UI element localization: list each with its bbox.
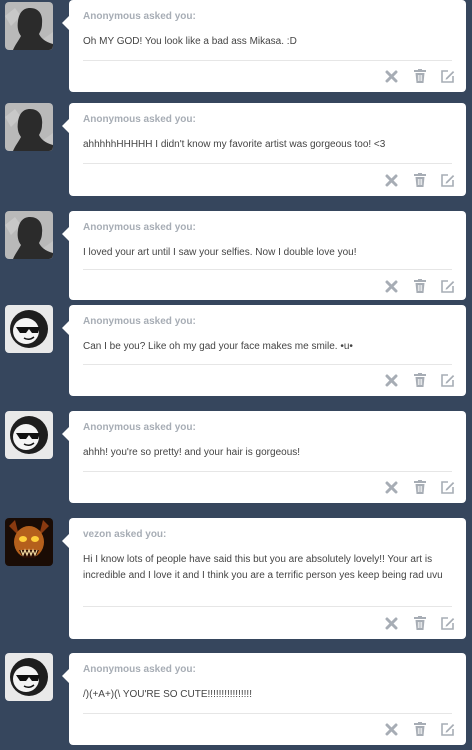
avatar[interactable] xyxy=(5,411,53,459)
card-notch xyxy=(62,227,69,241)
edit-icon[interactable] xyxy=(439,615,456,632)
question-text: Hi I know lots of people have said this … xyxy=(83,554,443,581)
question-text: ahhhhhHHHHH I didn't know my favorite ar… xyxy=(83,139,386,150)
asker-label: Anonymous asked you: xyxy=(83,11,196,22)
ask-card: Anonymous asked you: I loved your art un… xyxy=(62,211,466,300)
ask-card: Anonymous asked you: Oh MY GOD! You look… xyxy=(62,0,466,92)
ask-actions xyxy=(383,614,456,632)
trash-icon[interactable] xyxy=(411,615,428,632)
question-text: /)(+A+)(\ YOU'RE SO CUTE!!!!!!!!!!!!!!!! xyxy=(83,689,252,700)
ask-card: Anonymous asked you: /)(+A+)(\ YOU'RE SO… xyxy=(62,653,466,745)
edit-icon[interactable] xyxy=(439,479,456,496)
question-text: ahhh! you're so pretty! and your hair is… xyxy=(83,447,301,458)
delete-x-icon[interactable] xyxy=(383,721,400,738)
avatar[interactable] xyxy=(5,2,53,50)
ask-actions xyxy=(383,277,456,295)
delete-x-icon[interactable] xyxy=(383,615,400,632)
avatar[interactable] xyxy=(5,305,53,353)
card-notch xyxy=(62,534,69,548)
asker-label: Anonymous asked you: xyxy=(83,222,196,233)
asker-label: vezon asked you: xyxy=(83,529,167,540)
divider xyxy=(83,471,452,472)
card-notch xyxy=(62,669,69,683)
avatar[interactable] xyxy=(5,211,53,259)
divider xyxy=(83,60,452,61)
trash-icon[interactable] xyxy=(411,479,428,496)
card-notch xyxy=(62,427,69,441)
delete-x-icon[interactable] xyxy=(383,68,400,85)
ask-card: Anonymous asked you: Can I be you? Like … xyxy=(62,305,466,396)
ask-actions xyxy=(383,371,456,389)
question-text: Can I be you? Like oh my gad your face m… xyxy=(83,341,353,352)
divider xyxy=(83,269,452,270)
divider xyxy=(83,364,452,365)
divider xyxy=(83,713,452,714)
ask-actions xyxy=(383,478,456,496)
edit-icon[interactable] xyxy=(439,721,456,738)
ask-actions xyxy=(383,171,456,189)
question-text: I loved your art until I saw your selfie… xyxy=(83,247,357,258)
card-notch xyxy=(62,16,69,30)
edit-icon[interactable] xyxy=(439,278,456,295)
delete-x-icon[interactable] xyxy=(383,278,400,295)
trash-icon[interactable] xyxy=(411,172,428,189)
ask-actions xyxy=(383,720,456,738)
asker-label: Anonymous asked you: xyxy=(83,422,196,433)
delete-x-icon[interactable] xyxy=(383,172,400,189)
ask-actions xyxy=(383,67,456,85)
asker-label: Anonymous asked you: xyxy=(83,114,196,125)
trash-icon[interactable] xyxy=(411,721,428,738)
edit-icon[interactable] xyxy=(439,68,456,85)
ask-card: vezon asked you: Hi I know lots of peopl… xyxy=(62,518,466,639)
ask-card: Anonymous asked you: ahhhhhHHHHH I didn'… xyxy=(62,103,466,196)
delete-x-icon[interactable] xyxy=(383,479,400,496)
avatar[interactable] xyxy=(5,103,53,151)
trash-icon[interactable] xyxy=(411,278,428,295)
question-text: Oh MY GOD! You look like a bad ass Mikas… xyxy=(83,36,297,47)
divider xyxy=(83,606,452,607)
delete-x-icon[interactable] xyxy=(383,372,400,389)
ask-card: Anonymous asked you: ahhh! you're so pre… xyxy=(62,411,466,503)
asker-label: Anonymous asked you: xyxy=(83,316,196,327)
divider xyxy=(83,163,452,164)
edit-icon[interactable] xyxy=(439,172,456,189)
avatar[interactable] xyxy=(5,518,53,566)
asker-label: Anonymous asked you: xyxy=(83,664,196,675)
trash-icon[interactable] xyxy=(411,372,428,389)
trash-icon[interactable] xyxy=(411,68,428,85)
avatar[interactable] xyxy=(5,653,53,701)
card-notch xyxy=(62,119,69,133)
edit-icon[interactable] xyxy=(439,372,456,389)
card-notch xyxy=(62,321,69,335)
